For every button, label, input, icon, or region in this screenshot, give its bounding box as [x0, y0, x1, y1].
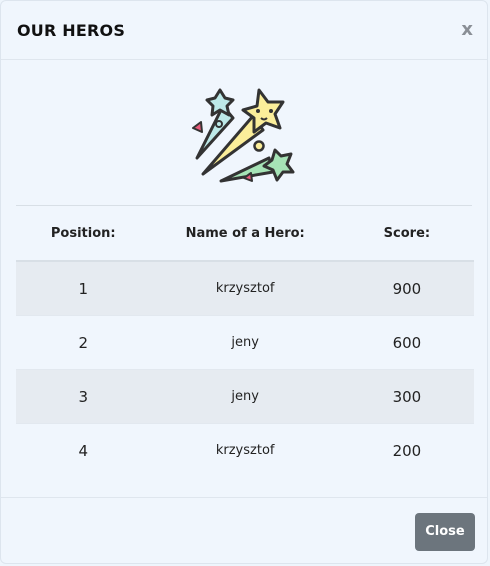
- fireworks-confetti-icon: [192, 88, 295, 182]
- table-row: 3 jeny 300: [16, 369, 474, 424]
- table-row: 1 krzysztof 900: [16, 261, 474, 316]
- cell-score: 900: [339, 261, 474, 316]
- modal-body: Position: Name of a Hero: Score: 1 krzys…: [1, 60, 487, 477]
- table-header-row: Position: Name of a Hero: Score:: [16, 206, 474, 262]
- modal-title: OUR HEROS: [17, 20, 126, 40]
- hero-image: [16, 60, 472, 206]
- cell-hero-name: jeny: [150, 315, 340, 370]
- close-icon[interactable]: x: [461, 21, 473, 39]
- cell-score: 300: [339, 369, 474, 424]
- header-position: Position:: [16, 206, 151, 262]
- cell-hero-name: jeny: [150, 369, 340, 424]
- close-button[interactable]: Close: [415, 512, 475, 551]
- header-score: Score:: [339, 206, 474, 262]
- cell-score: 600: [339, 315, 474, 370]
- modal-footer: Close: [1, 497, 487, 565]
- heroes-table: Position: Name of a Hero: Score: 1 krzys…: [16, 206, 474, 477]
- header-hero-name: Name of a Hero:: [150, 206, 340, 262]
- heroes-modal: OUR HEROS x Position: Name of a Hero: Sc…: [0, 0, 488, 564]
- cell-position: 1: [16, 261, 151, 316]
- cell-hero-name: krzysztof: [215, 443, 275, 458]
- table-row: 4 krzysztof 200: [16, 424, 474, 478]
- cell-position: 4: [78, 441, 89, 460]
- cell-score: 200: [392, 441, 422, 460]
- table-row: 2 jeny 600: [16, 315, 474, 370]
- modal-header: OUR HEROS x: [1, 1, 487, 60]
- cell-position: 3: [16, 369, 151, 424]
- cell-hero-name: krzysztof: [150, 261, 340, 316]
- cell-position: 2: [16, 315, 151, 370]
